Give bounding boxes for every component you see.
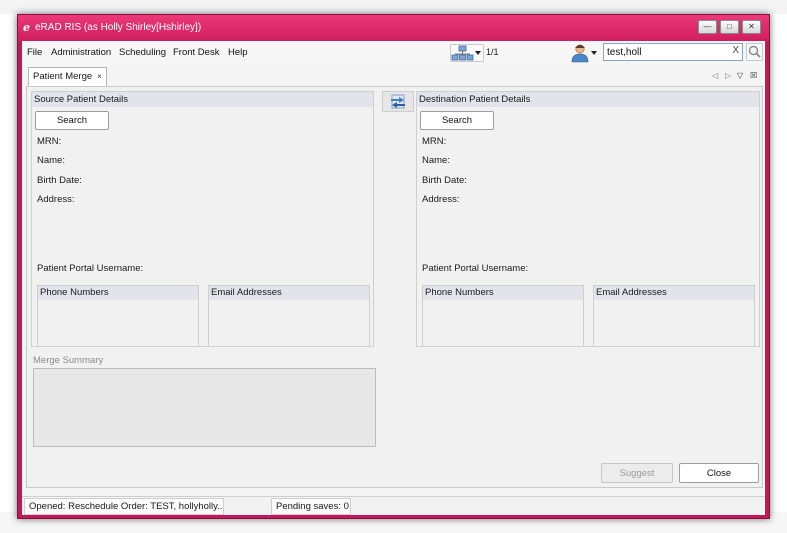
- user-icon: [571, 44, 597, 63]
- patient-merge-window: e eRAD RIS (as Holly Shirley[Hshirley]) …: [17, 14, 770, 519]
- pending-saves-status: Pending saves: 0: [271, 498, 351, 515]
- tab-scroll-right-icon[interactable]: ▷: [725, 71, 731, 80]
- close-all-tabs-icon[interactable]: ☒: [750, 71, 757, 80]
- close-button[interactable]: Close: [679, 463, 759, 483]
- tab-bar: Patient Merge × ◁ ▷ ▽ ☒: [22, 67, 765, 86]
- workstations-dropdown[interactable]: [450, 44, 484, 62]
- tab-close-icon[interactable]: ×: [97, 72, 102, 81]
- merge-summary-area: [33, 368, 376, 447]
- opened-status: Opened: Reschedule Order: TEST, hollyhol…: [24, 498, 224, 515]
- source-email-addresses-list[interactable]: Email Addresses: [208, 285, 370, 347]
- minimize-button[interactable]: —: [698, 20, 717, 34]
- window-client-area: File Administration Scheduling Front Des…: [22, 41, 765, 515]
- swap-arrows-icon: [391, 94, 405, 109]
- destination-portal-username-label: Patient Portal Username:: [422, 263, 529, 274]
- background-app-strip: [0, 0, 787, 14]
- destination-mrn-label: MRN:: [422, 136, 447, 147]
- clear-search-button[interactable]: X: [732, 45, 739, 56]
- destination-phone-numbers-header: Phone Numbers: [423, 286, 583, 300]
- magnifier-icon: [748, 45, 761, 58]
- destination-search-button[interactable]: Search: [420, 111, 494, 130]
- source-address-label: Address:: [37, 194, 75, 205]
- menu-administration[interactable]: Administration: [51, 47, 111, 58]
- source-search-button[interactable]: Search: [35, 111, 109, 130]
- search-button[interactable]: [746, 43, 763, 61]
- source-patient-panel: Source Patient Details Search MRN: Name:…: [31, 91, 374, 347]
- patient-search-input[interactable]: [607, 45, 722, 59]
- tab-scroll-left-icon[interactable]: ◁: [712, 71, 718, 80]
- status-bar: Opened: Reschedule Order: TEST, hollyhol…: [22, 496, 765, 515]
- page-count: 1/1: [486, 47, 499, 57]
- erad-logo-icon: e: [23, 21, 30, 34]
- menu-help[interactable]: Help: [228, 47, 248, 58]
- patient-search-box[interactable]: X: [603, 43, 743, 61]
- maximize-button[interactable]: □: [720, 20, 739, 34]
- source-portal-username-label: Patient Portal Username:: [37, 263, 144, 274]
- maximize-icon: □: [727, 22, 732, 31]
- source-mrn-label: MRN:: [37, 136, 62, 147]
- destination-name-label: Name:: [422, 155, 450, 166]
- source-birth-date-label: Birth Date:: [37, 175, 82, 186]
- destination-panel-header: Destination Patient Details: [417, 92, 759, 107]
- source-phone-numbers-list[interactable]: Phone Numbers: [37, 285, 199, 347]
- tab-label: Patient Merge: [33, 71, 93, 82]
- minimize-icon: —: [703, 22, 712, 31]
- network-icon: [451, 45, 481, 61]
- destination-phone-numbers-list[interactable]: Phone Numbers: [422, 285, 584, 347]
- destination-email-addresses-header: Email Addresses: [594, 286, 754, 300]
- destination-address-label: Address:: [422, 194, 460, 205]
- source-name-label: Name:: [37, 155, 65, 166]
- patient-merge-content: Source Patient Details Search MRN: Name:…: [26, 86, 763, 488]
- user-menu-button[interactable]: [571, 43, 601, 63]
- source-phone-numbers-header: Phone Numbers: [38, 286, 198, 300]
- menu-bar: File Administration Scheduling Front Des…: [22, 41, 765, 65]
- close-window-button[interactable]: ✕: [742, 20, 761, 34]
- merge-summary-label: Merge Summary: [33, 355, 104, 366]
- tab-patient-merge[interactable]: Patient Merge ×: [28, 67, 107, 86]
- title-bar[interactable]: e eRAD RIS (as Holly Shirley[Hshirley]) …: [18, 15, 769, 41]
- suggest-button[interactable]: Suggest: [601, 463, 673, 483]
- swap-patients-button[interactable]: [382, 91, 414, 112]
- tab-list-icon[interactable]: ▽: [737, 71, 743, 80]
- destination-email-addresses-list[interactable]: Email Addresses: [593, 285, 755, 347]
- source-panel-header: Source Patient Details: [32, 92, 373, 107]
- menu-front-desk[interactable]: Front Desk: [173, 47, 219, 58]
- menu-file[interactable]: File: [27, 47, 42, 58]
- close-icon: ✕: [748, 22, 755, 31]
- window-title: eRAD RIS (as Holly Shirley[Hshirley]): [35, 22, 202, 33]
- menu-scheduling[interactable]: Scheduling: [119, 47, 166, 58]
- destination-patient-panel: Destination Patient Details Search MRN: …: [416, 91, 760, 347]
- source-email-addresses-header: Email Addresses: [209, 286, 369, 300]
- destination-birth-date-label: Birth Date:: [422, 175, 467, 186]
